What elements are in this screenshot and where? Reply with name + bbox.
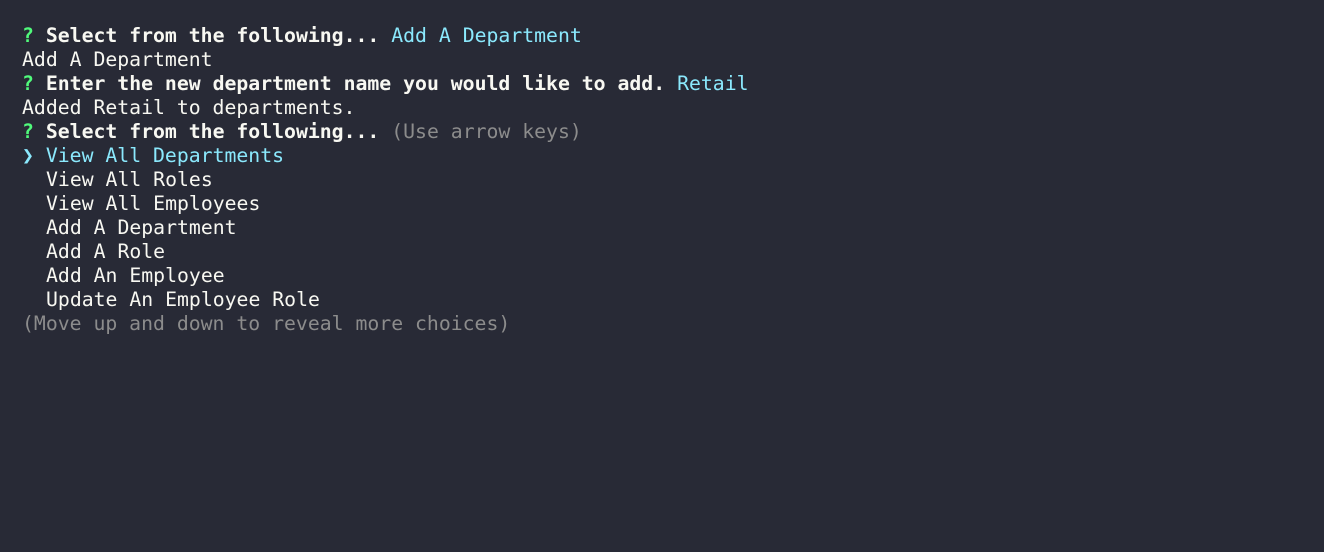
prompt-question: Select from the following... [45,24,380,47]
prompt-line-select-1: ? Select from the following... Add A Dep… [22,24,1324,48]
menu-choice-selected[interactable]: ❯ View All Departments [22,144,1324,168]
prompt-question: Enter the new department name you would … [45,72,666,95]
question-marker: ? [22,72,34,95]
output-line: Add A Department [22,48,213,71]
prompt-line-select-active: ? Select from the following... (Use arro… [22,120,1324,144]
menu-choice[interactable]: Update An Employee Role [22,288,1324,312]
output-line: Added Retail to departments. [22,96,356,119]
choice-label: View All Departments [45,144,285,167]
menu-choice[interactable]: Add A Department [22,216,1324,240]
question-marker: ? [22,24,34,47]
prompt-hint: (Use arrow keys) [391,120,582,143]
prompt-answer: Add A Department [391,24,582,47]
scroll-hint: (Move up and down to reveal more choices… [22,312,511,335]
prompt-answer: Retail [677,72,749,95]
menu-choice[interactable]: Add A Role [22,240,1324,264]
menu-choice[interactable]: View All Roles [22,168,1324,192]
question-marker: ? [22,120,34,143]
prompt-line-department-name: ? Enter the new department name you woul… [22,72,1324,96]
menu-choice[interactable]: View All Employees [22,192,1324,216]
pointer-icon: ❯ [22,144,34,167]
terminal-output: ? Select from the following... Add A Dep… [22,24,1324,552]
prompt-question: Select from the following... [45,120,380,143]
menu-choice[interactable]: Add An Employee [22,264,1324,288]
